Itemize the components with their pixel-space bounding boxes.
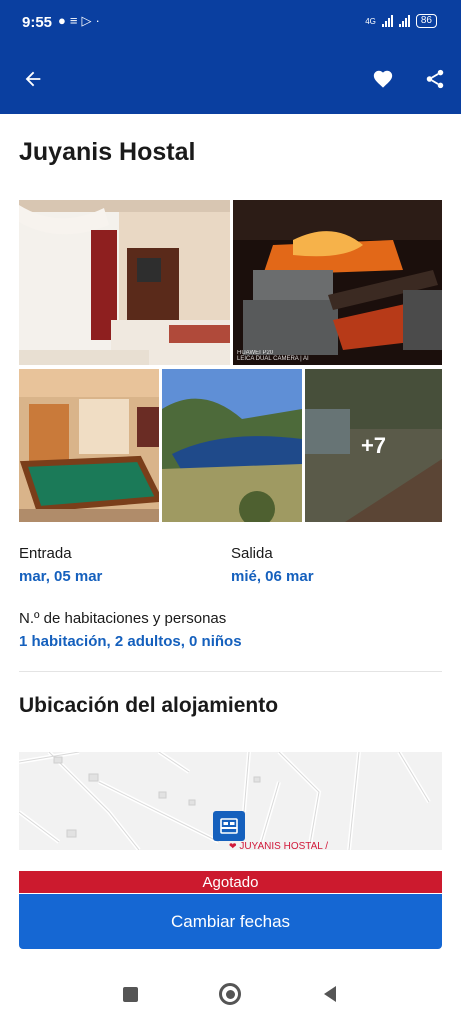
divider [19, 671, 442, 672]
battery-icon: 86 [415, 14, 437, 28]
dot-icon: · [95, 13, 104, 28]
hotel-map-pin[interactable] [213, 811, 245, 841]
status-bar: 9:55 ●≡▷· 4G 86 [0, 0, 461, 46]
sold-out-banner: Agotado [19, 871, 442, 893]
circle-home-icon[interactable] [217, 981, 243, 1007]
whatsapp-icon: ● [58, 13, 70, 28]
photo-billiards[interactable] [19, 369, 159, 522]
map-hotel-label: ❤ JUYANIS HOSTAL / [229, 841, 329, 850]
more-photos-count[interactable]: +7 [305, 369, 442, 522]
rooms-guests-label: N.º de habitaciones y personas [19, 610, 227, 627]
rooms-guests-value[interactable]: 1 habitación, 2 adultos, 0 niños [19, 633, 242, 650]
system-nav-bar [0, 965, 461, 1024]
checkin-label: Entrada [19, 545, 72, 562]
stack-icon: ≡ [69, 13, 82, 28]
network-type: 4G [365, 16, 376, 26]
app-bar [0, 46, 461, 114]
triangle-back-icon[interactable] [317, 981, 343, 1007]
photo-bedroom[interactable] [19, 200, 230, 365]
photo-trail[interactable]: +7 [305, 369, 442, 522]
location-map[interactable]: ❤ JUYANIS HOSTAL / [19, 752, 442, 850]
heart-icon[interactable] [368, 64, 398, 94]
hotel-marker-icon: ❤ [229, 841, 237, 850]
signal-icon-2 [398, 15, 410, 27]
notification-icons: ●≡▷· [58, 13, 104, 29]
play-icon: ▷ [81, 13, 96, 28]
photo-lagoon[interactable] [162, 369, 302, 522]
bed-icon [220, 818, 238, 834]
system-icons: 4G 86 [365, 14, 437, 28]
change-dates-button[interactable]: Cambiar fechas [19, 894, 442, 949]
photo-bbq-grill[interactable]: HUAWEI P20 LEICA DUAL CAMERA | AI [233, 200, 442, 365]
share-icon[interactable] [420, 64, 450, 94]
arrow-back-icon[interactable] [18, 64, 48, 94]
checkout-label: Salida [231, 545, 273, 562]
camera-watermark: HUAWEI P20 LEICA DUAL CAMERA | AI [237, 350, 309, 362]
signal-icon [381, 15, 393, 27]
hotel-name: Juyanis Hostal [19, 138, 196, 166]
checkout-date[interactable]: mié, 06 mar [231, 568, 314, 585]
status-time: 9:55 [22, 14, 53, 31]
square-recent-icon[interactable] [117, 981, 143, 1007]
checkin-date[interactable]: mar, 05 mar [19, 568, 102, 585]
location-section-title: Ubicación del alojamiento [19, 694, 279, 717]
